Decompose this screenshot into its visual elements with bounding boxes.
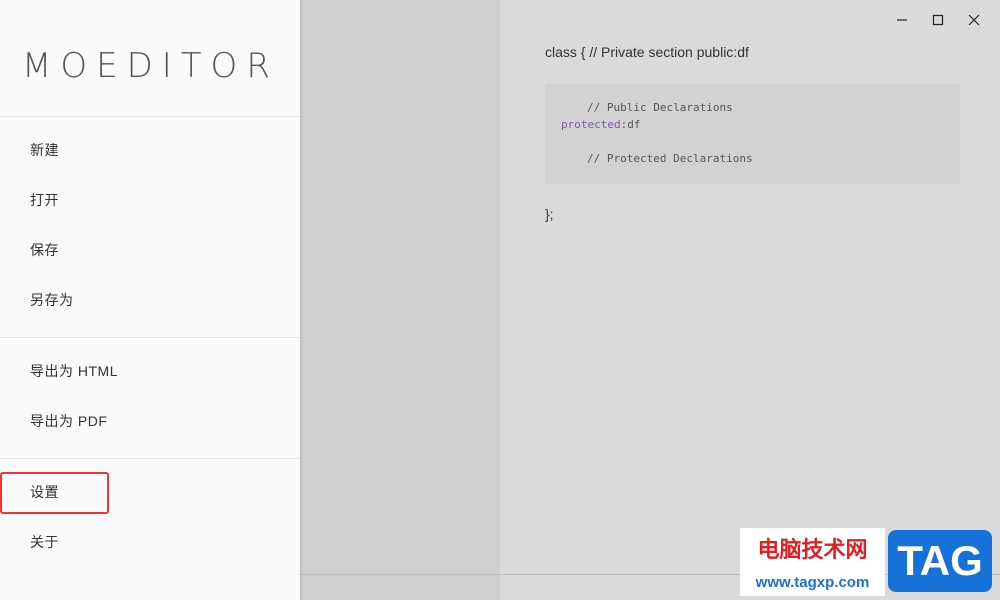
settings-highlight-box <box>0 472 109 514</box>
editor-pane[interactable] <box>300 0 500 600</box>
menu-item-export-pdf[interactable]: 导出为 PDF <box>0 401 300 441</box>
menu-item-save[interactable]: 保存 <box>0 230 300 270</box>
close-icon[interactable] <box>956 8 992 32</box>
sidebar-menu: MOEDITOR 新建 打开 保存 另存为 导出为 HTML 导出为 PDF 设… <box>0 0 300 600</box>
code-protected-line: protected:df <box>561 118 640 131</box>
menu-item-open[interactable]: 打开 <box>0 180 300 220</box>
menu-item-about[interactable]: 关于 <box>0 522 300 562</box>
window-controls <box>884 8 992 32</box>
divider <box>0 337 300 338</box>
menu-item-save-as[interactable]: 另存为 <box>0 280 300 320</box>
divider <box>0 116 300 117</box>
code-comment-public: // Public Declarations <box>587 101 733 114</box>
code-keyword: protected <box>561 118 621 131</box>
maximize-icon[interactable] <box>920 8 956 32</box>
app-logo: MOEDITOR <box>22 46 279 86</box>
code-block: // Public Declarations protected:df // P… <box>545 84 960 184</box>
watermark-cn-text: 电脑技术网 <box>740 528 885 568</box>
menu-item-export-html[interactable]: 导出为 HTML <box>0 351 300 391</box>
divider <box>0 458 300 459</box>
watermark-url: www.tagxp.com <box>740 568 885 596</box>
minimize-icon[interactable] <box>884 8 920 32</box>
watermark-tag-logo: TAG <box>888 530 992 592</box>
preview-class-line: class { // Private section public:df <box>545 44 749 60</box>
menu-item-new[interactable]: 新建 <box>0 130 300 170</box>
code-protected-rest: :df <box>620 118 641 131</box>
preview-end-line: }; <box>545 206 554 222</box>
watermark: 电脑技术网 www.tagxp.com TAG <box>740 528 996 596</box>
code-comment-protected: // Protected Declarations <box>587 152 753 165</box>
